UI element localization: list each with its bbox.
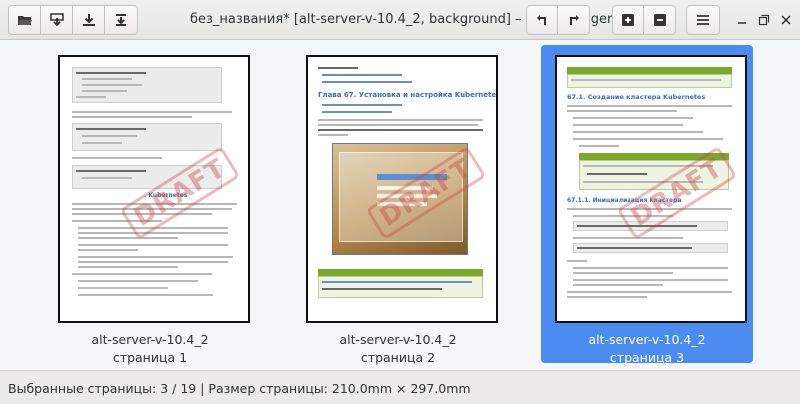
close-icon <box>781 15 791 25</box>
page-number-label: страница 1 <box>112 350 188 365</box>
zoom-out-button[interactable] <box>644 6 675 34</box>
open-icon <box>17 16 32 25</box>
restore-icon <box>758 14 770 26</box>
rotate-left-button[interactable] <box>527 6 559 34</box>
page-file-name: alt-server-v-10.4_2 <box>91 332 209 347</box>
zoom-in-button[interactable] <box>613 6 645 34</box>
status-bar: Выбранные страницы: 3 / 19 | Размер стра… <box>0 370 800 404</box>
import-icon <box>49 13 64 27</box>
menu-button[interactable] <box>686 5 720 35</box>
page-caption: alt-server-v-10.4_2 страница 2 <box>292 331 504 367</box>
rotate-left-icon <box>537 15 546 25</box>
page-thumbnail-1[interactable]: . Kubernetes DRAFT alt-server-v-10.4_2 с… <box>44 45 256 365</box>
page-number-label: страница 2 <box>360 350 436 365</box>
open-button[interactable] <box>9 6 41 34</box>
page-preview: 67.1. Создание кластера Kubernetes 67.1.… <box>555 55 747 323</box>
page-file-name: alt-server-v-10.4_2 <box>339 332 457 347</box>
page-number-label: страница 3 <box>609 350 685 365</box>
minimize-button[interactable] <box>732 10 752 30</box>
chapter-heading: Глава 67. Установка и настройка Kubernet… <box>318 91 498 99</box>
save-icon <box>82 14 95 26</box>
close-button[interactable] <box>776 10 796 30</box>
zoom-button-group <box>612 5 676 35</box>
page-thumbnail-3[interactable]: 67.1. Создание кластера Kubernetes 67.1.… <box>541 45 753 365</box>
page-preview: . Kubernetes DRAFT <box>58 55 250 323</box>
page-thumbnail-2[interactable]: Глава 67. Установка и настройка Kubernet… <box>292 45 504 365</box>
header-bar: без_названия* [alt-server-v-10.4_2, back… <box>0 0 800 40</box>
maximize-button[interactable] <box>754 10 774 30</box>
import-button[interactable] <box>41 6 73 34</box>
menu-icon <box>697 15 709 25</box>
status-text: Выбранные страницы: 3 / 19 | Размер стра… <box>8 381 471 396</box>
save-as-icon <box>116 14 126 26</box>
page-preview: Глава 67. Установка и настройка Kubernet… <box>306 55 498 323</box>
minimize-icon <box>738 22 746 24</box>
section-heading: 67.1. Создание кластера Kubernetes <box>567 93 706 101</box>
page-caption: alt-server-v-10.4_2 страница 3 <box>541 331 753 367</box>
zoom-out-icon <box>653 14 666 26</box>
save-as-button[interactable] <box>105 6 137 34</box>
rotate-right-button[interactable] <box>558 6 589 34</box>
save-button[interactable] <box>73 6 105 34</box>
page-file-name: alt-server-v-10.4_2 <box>588 332 706 347</box>
zoom-in-icon <box>622 14 634 26</box>
file-button-group <box>8 5 138 35</box>
draft-watermark: DRAFT <box>119 145 241 241</box>
rotate-button-group <box>526 5 590 35</box>
rotate-right-icon <box>569 15 579 25</box>
page-thumbnails-view[interactable]: . Kubernetes DRAFT alt-server-v-10.4_2 с… <box>0 41 800 370</box>
page-caption: alt-server-v-10.4_2 страница 1 <box>44 331 256 367</box>
